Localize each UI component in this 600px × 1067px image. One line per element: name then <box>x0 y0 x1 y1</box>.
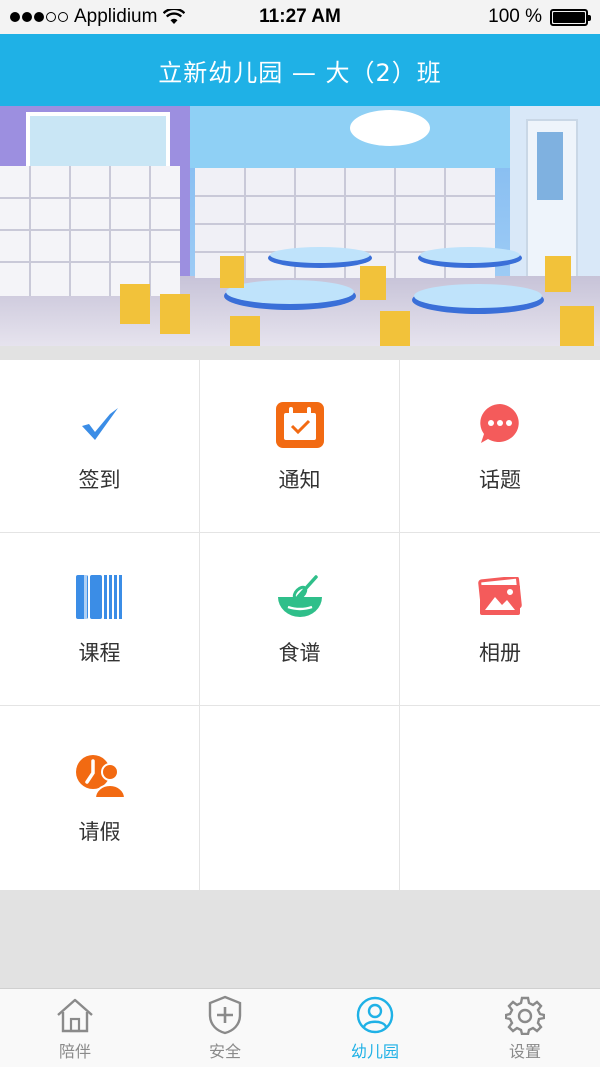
tab-bar: 陪伴 安全 幼儿园 设置 <box>0 988 600 1067</box>
grid-item-album[interactable]: 相册 <box>400 533 600 706</box>
shield-plus-icon <box>204 994 246 1036</box>
grid-item-empty <box>200 706 400 890</box>
mixing-bowl-icon <box>274 571 326 623</box>
grid-item-label: 请假 <box>78 820 121 844</box>
status-right: 100 % <box>488 6 591 28</box>
tab-kindergarten[interactable]: 幼儿园 <box>300 989 450 1067</box>
tab-label: 幼儿园 <box>350 1042 399 1061</box>
home-icon <box>54 994 96 1036</box>
banner-carousel[interactable] <box>0 106 600 346</box>
books-icon <box>74 571 126 623</box>
classroom-photo <box>0 106 600 346</box>
page-title: 立新幼儿园 — 大（2）班 <box>158 58 442 87</box>
grid-item-empty <box>400 706 600 890</box>
tab-settings[interactable]: 设置 <box>450 989 600 1067</box>
feature-grid: 签到 通知 话题 课程 食谱 相册 请假 <box>0 360 600 890</box>
tab-companion[interactable]: 陪伴 <box>0 989 150 1067</box>
grid-item-label: 课程 <box>78 641 121 665</box>
leave-person-icon <box>74 750 126 802</box>
calendar-icon <box>274 398 326 450</box>
checkmark-icon <box>74 398 126 450</box>
grid-item-label: 食谱 <box>278 641 321 665</box>
grid-item-label: 相册 <box>479 641 521 665</box>
grid-item-checkin[interactable]: 签到 <box>0 360 200 533</box>
grid-item-recipes[interactable]: 食谱 <box>200 533 400 706</box>
battery-icon <box>550 8 591 26</box>
battery-percent: 100 % <box>488 6 542 27</box>
tab-safety[interactable]: 安全 <box>150 989 300 1067</box>
nav-bar: 立新幼儿园 — 大（2）班 <box>0 34 600 106</box>
tab-label: 安全 <box>208 1042 241 1061</box>
tab-label: 设置 <box>508 1042 541 1061</box>
grid-item-label: 话题 <box>479 468 521 492</box>
grid-item-label: 签到 <box>78 468 121 492</box>
grid-item-label: 通知 <box>278 468 321 492</box>
grid-item-leave[interactable]: 请假 <box>0 706 200 890</box>
chat-bubble-icon <box>474 398 526 450</box>
grid-item-topics[interactable]: 话题 <box>400 360 600 533</box>
status-bar: Applidium 11:27 AM 100 % <box>0 0 600 34</box>
user-circle-icon <box>354 994 396 1036</box>
tab-label: 陪伴 <box>58 1042 91 1061</box>
gear-icon <box>504 994 546 1036</box>
photos-icon <box>474 571 526 623</box>
grid-item-courses[interactable]: 课程 <box>0 533 200 706</box>
grid-item-notice[interactable]: 通知 <box>200 360 400 533</box>
